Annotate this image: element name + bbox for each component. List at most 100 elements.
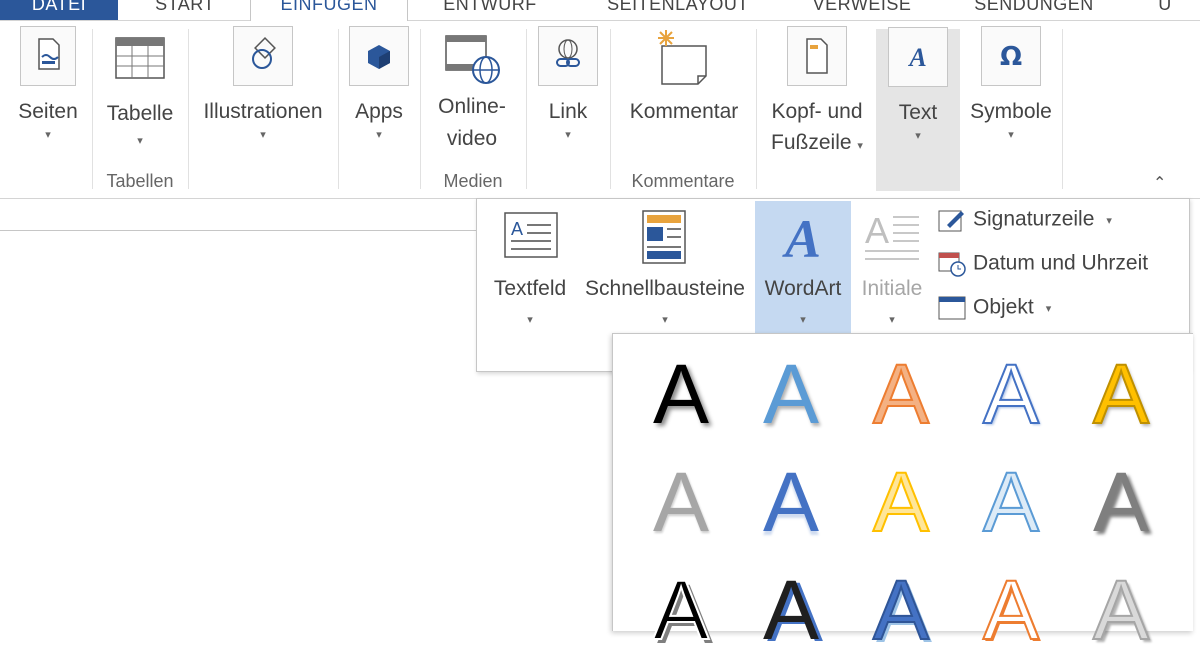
svg-text:A: A	[511, 219, 523, 239]
drop-cap-icon: A	[863, 209, 923, 265]
group-label-tabellen: Tabellen	[106, 171, 174, 191]
ribbon-tab-bar: DATEI START EINFÜGEN ENTWURF SEITENLAYOU…	[0, 0, 1200, 21]
table-icon	[110, 26, 170, 84]
link-caret: ▾	[565, 129, 571, 141]
textfeld-caret: ▾	[527, 314, 533, 326]
link-label: Link	[548, 100, 588, 123]
symbole-caret: ▾	[1008, 129, 1014, 141]
svg-text:A: A	[865, 210, 889, 251]
separator	[610, 29, 611, 189]
separator	[420, 29, 421, 189]
wordart-style-2[interactable]: A	[741, 344, 841, 444]
tab-einfuegen[interactable]: EINFÜGEN	[250, 0, 408, 21]
kommentar-label: Kommentar	[629, 100, 739, 123]
tabelle-button[interactable]: Tabelle ▾	[98, 26, 182, 148]
tabelle-label: Tabelle	[106, 102, 174, 125]
wordart-style-4[interactable]: A	[961, 344, 1061, 444]
wordart-button[interactable]: A WordArt ▾	[755, 201, 851, 335]
document-divider	[0, 230, 480, 231]
kopf-label-2-text: Fußzeile	[771, 131, 852, 154]
wordart-style-3[interactable]: A	[851, 344, 951, 444]
wordart-style-8[interactable]: A	[851, 452, 951, 552]
initiale-button[interactable]: A Initiale ▾	[853, 201, 931, 335]
seiten-button[interactable]: Seiten ▾	[10, 26, 86, 142]
signaturzeile-label: Signaturzeile	[973, 207, 1095, 231]
illustrationen-label: Illustrationen	[203, 100, 323, 123]
tab-more[interactable]: Ü	[1140, 0, 1190, 20]
textfeld-button[interactable]: A Textfeld ▾	[483, 201, 577, 335]
kommentar-button[interactable]: Kommentar	[616, 26, 752, 128]
ribbon: Seiten ▾ Tabelle ▾ Tabellen Illustration…	[0, 21, 1200, 199]
wordart-style-5[interactable]: A	[1071, 344, 1171, 444]
kopf-label-1: Kopf- und	[771, 100, 863, 123]
wordart-label: WordArt	[764, 277, 842, 300]
apps-caret: ▾	[376, 129, 382, 141]
wordart-style-14[interactable]: A	[961, 560, 1061, 660]
shapes-icon	[233, 26, 293, 86]
objekt-caret: ▾	[1045, 302, 1052, 315]
apps-button[interactable]: Apps ▾	[344, 26, 414, 142]
svg-text:A: A	[907, 43, 926, 72]
group-label-kommentare: Kommentare	[631, 171, 735, 191]
group-label-medien: Medien	[443, 171, 503, 191]
date-time-icon	[937, 251, 967, 277]
wordart-style-1[interactable]: A	[631, 344, 731, 444]
wordart-style-15[interactable]: A	[1071, 560, 1171, 660]
object-icon	[937, 295, 967, 321]
pages-icon	[20, 26, 76, 86]
illustrationen-button[interactable]: Illustrationen ▾	[194, 26, 332, 142]
collapse-ribbon-icon[interactable]: ⌃	[1153, 173, 1166, 193]
svg-text:A: A	[782, 209, 821, 267]
tab-datei[interactable]: DATEI	[0, 0, 118, 20]
tab-seitenlayout[interactable]: SEITENLAYOUT	[578, 0, 778, 20]
separator	[1062, 29, 1063, 189]
objekt-label: Objekt	[973, 295, 1034, 319]
schnellbausteine-label: Schnellbausteine	[585, 277, 745, 300]
text-button[interactable]: A Text ▾	[876, 27, 960, 191]
initiale-caret: ▾	[889, 314, 895, 326]
kopf-caret: ▾	[857, 140, 863, 152]
wordart-style-12[interactable]: A	[741, 560, 841, 660]
objekt-button[interactable]: Objekt ▾	[937, 295, 1051, 329]
signature-line-icon	[937, 207, 967, 233]
kopf-fusszeile-button[interactable]: Kopf- und Fußzeile ▾	[762, 26, 872, 161]
wordart-style-13[interactable]: A	[851, 560, 951, 660]
comment-icon	[652, 26, 716, 90]
signaturzeile-button[interactable]: Signaturzeile ▾	[937, 207, 1112, 241]
wordart-style-10[interactable]: A	[1071, 452, 1171, 552]
online-video-icon	[440, 26, 504, 88]
datum-label: Datum und Uhrzeit	[973, 251, 1149, 275]
textbox-icon: A	[503, 211, 559, 261]
onlinevideo-label-2: video	[446, 127, 498, 150]
separator	[92, 29, 93, 189]
tab-sendungen[interactable]: SENDUNGEN	[950, 0, 1118, 20]
symbole-button[interactable]: Ω Symbole ▾	[964, 26, 1058, 142]
wordart-style-11[interactable]: A	[631, 560, 731, 660]
tab-entwurf[interactable]: ENTWURF	[420, 0, 560, 20]
wordart-style-7[interactable]: A	[741, 452, 841, 552]
wordart-gallery: AAAAAAAAAAAAAAA	[612, 333, 1193, 658]
seiten-label: Seiten	[18, 100, 78, 123]
datum-uhrzeit-button[interactable]: Datum und Uhrzeit	[937, 251, 1148, 285]
tab-verweise[interactable]: VERWEISE	[792, 0, 932, 20]
illustrationen-caret: ▾	[260, 129, 266, 141]
tab-start[interactable]: START	[130, 0, 240, 20]
initiale-label: Initiale	[861, 277, 923, 300]
wordart-style-6[interactable]: A	[631, 452, 731, 552]
tabelle-caret: ▾	[137, 135, 143, 147]
onlinevideo-button[interactable]: Online- video	[426, 26, 518, 154]
wordart-style-9[interactable]: A	[961, 452, 1061, 552]
wordart-caret: ▾	[800, 314, 806, 326]
quick-parts-icon	[639, 207, 689, 267]
kopf-label-2: Fußzeile ▾	[762, 128, 872, 161]
apps-label: Apps	[355, 100, 403, 123]
link-button[interactable]: Link ▾	[532, 26, 604, 142]
text-label: Text	[898, 101, 938, 124]
schnellbausteine-button[interactable]: Schnellbausteine ▾	[577, 201, 753, 335]
header-footer-icon	[787, 26, 847, 86]
apps-icon	[349, 26, 409, 86]
onlinevideo-label-1: Online-	[438, 95, 506, 118]
separator	[338, 29, 339, 189]
text-icon: A	[888, 27, 948, 87]
text-caret: ▾	[915, 130, 921, 142]
